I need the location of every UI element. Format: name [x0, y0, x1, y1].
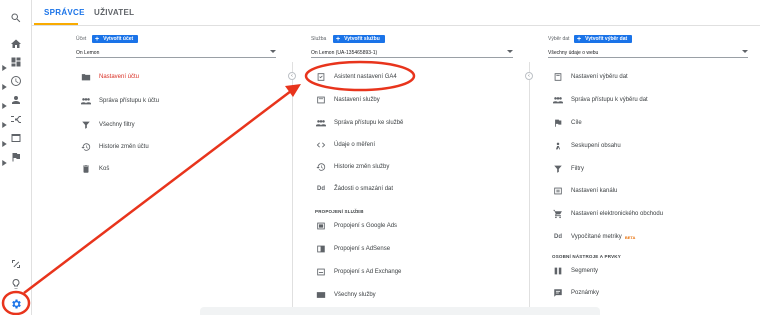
segments-icon — [552, 265, 564, 277]
tab-user[interactable]: UŽIVATEL — [94, 8, 134, 17]
home-icon[interactable] — [8, 36, 24, 52]
account-column-header: Účet + Vytvořit účet On Lemon — [76, 32, 276, 60]
all-products-link[interactable]: Všechny služby — [315, 288, 376, 302]
behavior-icon[interactable] — [8, 130, 24, 146]
flag-icon[interactable] — [8, 149, 24, 165]
property-label: Služba — [311, 36, 327, 42]
flag-icon — [552, 117, 564, 129]
product-linking-heading: PROPOJENÍ SLUŽEB — [315, 209, 364, 214]
checklist-icon — [315, 71, 327, 83]
content-grouping-link[interactable]: Seskupení obsahu — [552, 139, 621, 153]
admin-gear-icon[interactable] — [8, 296, 24, 312]
notes-icon — [552, 287, 564, 299]
chevron-down-icon — [270, 50, 276, 53]
property-settings-link[interactable]: Nastavení služby — [315, 93, 380, 107]
all-products-icon — [315, 289, 327, 301]
account-settings-link[interactable]: Nastavení účtu — [80, 70, 139, 84]
tracking-info-link[interactable]: Údaje o měření — [315, 138, 375, 152]
data-deletion-link[interactable]: Dd Žádosti o smazání dat — [315, 182, 393, 196]
goals-link[interactable]: Cíle — [552, 116, 582, 130]
people-icon — [315, 117, 327, 129]
acquisition-icon[interactable] — [8, 111, 24, 127]
person-icon[interactable] — [8, 92, 24, 108]
ga4-setup-assistant-link[interactable]: Asistent nastavení GA4 — [315, 70, 397, 84]
filter-icon — [552, 163, 564, 175]
property-column: Asistent nastavení GA4 Nastavení služby … — [315, 62, 520, 315]
google-ads-linking-link[interactable]: Propojení s Google Ads — [315, 219, 397, 233]
account-access-link[interactable]: Správa přístupu k účtu — [80, 94, 159, 108]
column-divider — [529, 62, 530, 315]
account-select[interactable]: On Lemon — [76, 48, 276, 58]
create-view-button[interactable]: + Vytvořit výběr dat — [574, 35, 633, 43]
people-icon — [552, 94, 564, 106]
people-icon — [80, 95, 92, 107]
dd-icon: Dd — [554, 234, 562, 240]
search-icon[interactable] — [8, 10, 24, 26]
left-rail — [0, 0, 32, 315]
trash-link[interactable]: Koš — [80, 162, 109, 176]
history-icon — [80, 141, 92, 153]
channel-icon — [552, 185, 564, 197]
adexchange-icon — [315, 266, 327, 278]
property-access-link[interactable]: Správa přístupu ke službě — [315, 116, 403, 130]
adsense-icon — [315, 243, 327, 255]
annotation-arrow-head — [285, 84, 301, 97]
beta-badge: BETA — [624, 234, 636, 240]
calculated-metrics-link[interactable]: Dd Vypočítané metriky BETA — [552, 230, 635, 244]
filters-link[interactable]: Filtry — [552, 162, 584, 176]
admin-tabs: SPRÁVCE UŽIVATEL — [32, 0, 760, 26]
account-history-link[interactable]: Historie změn účtu — [80, 140, 149, 154]
view-settings-icon — [552, 71, 564, 83]
clock-icon[interactable] — [8, 73, 24, 89]
tab-admin[interactable]: SPRÁVCE — [44, 8, 85, 17]
view-access-link[interactable]: Správa přístupu k výběru dat — [552, 93, 648, 107]
dd-icon: Dd — [317, 186, 325, 192]
all-filters-link[interactable]: Všechny filtry — [80, 118, 135, 132]
plus-icon: + — [95, 35, 100, 43]
adsense-linking-link[interactable]: Propojení s AdSense — [315, 242, 390, 256]
attribution-icon[interactable] — [8, 256, 24, 272]
annotations-link[interactable]: Poznámky — [552, 286, 599, 300]
dashboard-icon[interactable] — [8, 54, 24, 70]
create-property-button[interactable]: + Vytvořit službu — [333, 35, 385, 43]
segments-link[interactable]: Segmenty — [552, 264, 598, 278]
discover-bulb-icon[interactable] — [8, 276, 24, 292]
building-icon — [80, 71, 92, 83]
trash-icon — [80, 163, 92, 175]
cart-icon — [552, 208, 564, 220]
view-label: Výběr dat — [548, 36, 570, 42]
code-icon — [315, 139, 327, 151]
plus-icon: + — [336, 35, 341, 43]
view-column-header: Výběr dat + Vytvořit výběr dat Všechny ú… — [548, 32, 748, 60]
plus-icon: + — [577, 35, 582, 43]
ads-icon — [315, 220, 327, 232]
account-label: Účet — [76, 36, 87, 42]
property-column-header: Služba + Vytvořit službu On Lemon (UA-13… — [311, 32, 513, 60]
personal-tools-heading: OSOBNÍ NÁSTROJE A PRVKY — [552, 254, 621, 259]
view-settings-link[interactable]: Nastavení výběru dat — [552, 70, 628, 84]
view-column: Nastavení výběru dat Správa přístupu k v… — [552, 62, 757, 315]
property-select[interactable]: On Lemon (UA-135465893-1) — [311, 48, 513, 58]
collapse-column-icon[interactable]: ‹ — [525, 72, 533, 80]
active-tab-indicator — [34, 23, 78, 25]
bottom-scroll-strip — [200, 307, 600, 315]
filter-icon — [80, 119, 92, 131]
column-divider — [292, 62, 293, 315]
ecommerce-settings-link[interactable]: Nastavení elektronického obchodu — [552, 207, 663, 221]
account-column: Nastavení účtu Správa přístupu k účtu Vš… — [80, 62, 285, 315]
property-history-link[interactable]: Historie změn služby — [315, 160, 389, 174]
ad-exchange-linking-link[interactable]: Propojení s Ad Exchange — [315, 265, 401, 279]
history-icon — [315, 161, 327, 173]
chevron-down-icon — [742, 50, 748, 53]
property-settings-icon — [315, 94, 327, 106]
channel-settings-link[interactable]: Nastavení kanálu — [552, 184, 617, 198]
create-account-button[interactable]: + Vytvořit účet — [92, 35, 139, 43]
view-select[interactable]: Všechny údaje o webu — [548, 48, 748, 58]
collapse-column-icon[interactable]: ‹ — [288, 72, 296, 80]
person-icon — [552, 140, 564, 152]
chevron-down-icon — [507, 50, 513, 53]
